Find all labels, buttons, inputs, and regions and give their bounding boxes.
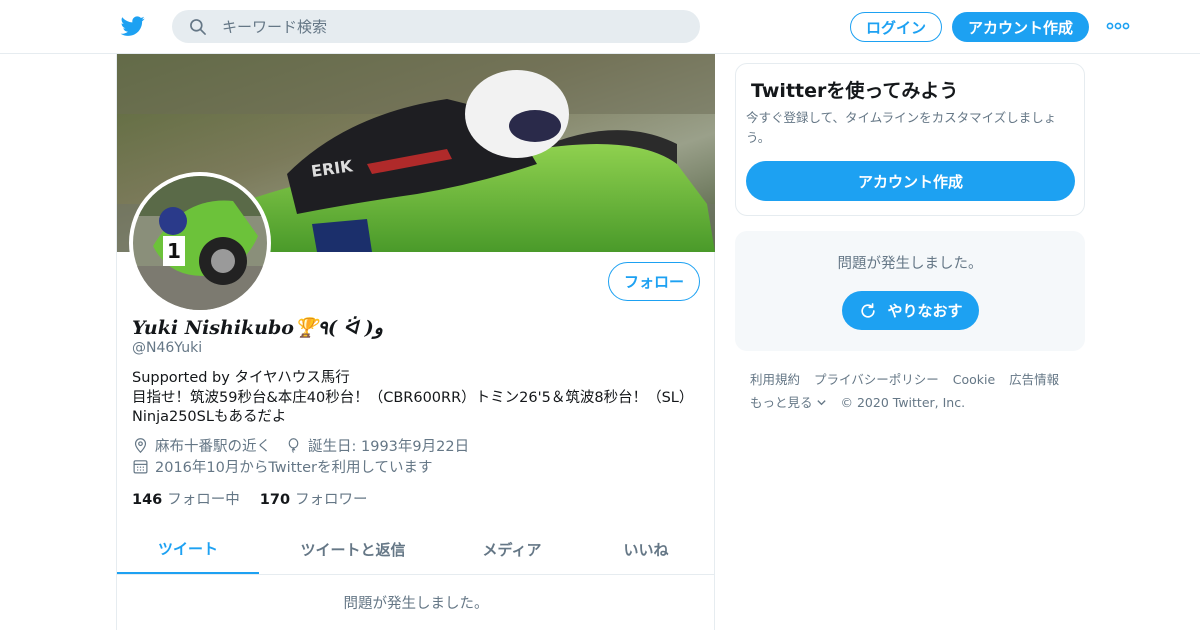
profile-meta: 麻布十番駅の近く 誕生日: 1993年9月22日 2016年10月からTwitt… [132,435,483,477]
top-bar: ログイン アカウント作成 [0,0,1200,54]
svg-text:1: 1 [167,239,181,263]
sidebar-error-message: 問題が発生しました。 [837,256,983,272]
profile-name: Yuki Nishikubo🏆٩( ᐛ )و [132,317,383,339]
avatar[interactable]: 1 [129,172,271,314]
signup-card-title: Twitterを使ってみよう [751,80,959,102]
profile-tabs: ツイート ツイートと返信 メディア いいね [117,524,715,575]
balloon-icon [288,438,299,453]
followers-count: 170 [259,492,291,508]
footer: 利用規約 プライバシーポリシー Cookie 広告情報 もっと見る © 2020… [750,368,1080,414]
calendar-icon [133,460,148,474]
footer-link-cookie[interactable]: Cookie [953,372,995,387]
twitter-bird-icon[interactable] [120,14,146,38]
location-text: 麻布十番駅の近く [155,439,271,455]
following-label: フォロー中 [167,492,240,508]
tab-tweets-and-replies[interactable]: ツイートと返信 [259,524,447,574]
profile-handle[interactable]: @N46Yuki [132,340,202,356]
search-icon [190,19,206,35]
refresh-icon [861,302,876,318]
green-motorcycle-avatar: 1 [133,176,267,310]
chevron-down-icon [816,400,826,406]
follow-button[interactable]: フォロー [608,262,700,301]
signup-card-button[interactable]: アカウント作成 [746,161,1075,201]
signup-card: Twitterを使ってみよう 今すぐ登録して、タイムラインをカスタマイズしましょ… [735,63,1085,216]
followers-label: フォロワー [295,492,368,508]
bio-line: 目指せ！筑波59秒台&本庄40秒台！（CBR600RR）トミン26'5＆筑波8秒… [132,389,694,406]
joined-item: 2016年10月からTwitterを利用しています [132,456,433,477]
signup-card-description: 今すぐ登録して、タイムラインをカスタマイズしましょう。 [746,110,1057,145]
timeline-error-message: 問題が発生しました。 [343,596,489,612]
profile-bio: Supported by タイヤハウス馬行 目指せ！筑波59秒台&本庄40秒台！… [132,369,707,428]
location-pin-icon [134,438,147,454]
followers-stat[interactable]: 170 フォロワー [260,488,368,509]
signup-button[interactable]: アカウント作成 [952,12,1089,42]
profile-column: ERIK 1 フォロー Yuki Nishikubo🏆٩( ᐛ )و @N46Y… [116,54,715,630]
birthday-text: 誕生日: 1993年9月22日 [308,439,470,455]
tab-media[interactable]: メディア [447,524,577,574]
sidebar-error-card: 問題が発生しました。 やりなおす [735,231,1085,351]
tab-tweets[interactable]: ツイート [117,524,259,574]
joined-text: 2016年10月からTwitterを利用しています [155,460,433,476]
bio-line: Supported by タイヤハウス馬行 [132,370,350,386]
search-box[interactable] [172,10,700,43]
following-stat[interactable]: 146 フォロー中 [132,488,240,509]
profile-stats: 146 フォロー中 170 フォロワー [132,488,388,509]
bio-line: Ninja250SLもあるだよ [132,409,287,425]
copyright: © 2020 Twitter, Inc. [840,395,966,410]
footer-link-terms[interactable]: 利用規約 [750,372,800,387]
tab-likes[interactable]: いいね [577,524,715,574]
retry-button[interactable]: やりなおす [842,291,979,330]
search-input[interactable] [222,10,682,43]
retry-label: やりなおす [887,302,963,320]
location-item: 麻布十番駅の近く [132,435,271,456]
birthday-item: 誕生日: 1993年9月22日 [285,435,469,456]
footer-more-link[interactable]: もっと見る [750,391,827,414]
footer-link-privacy[interactable]: プライバシーポリシー [814,372,939,387]
footer-more-label: もっと見る [750,395,813,410]
login-button[interactable]: ログイン [850,12,942,42]
following-count: 146 [132,492,163,508]
more-dots-icon[interactable] [1106,20,1130,32]
footer-link-ads[interactable]: 広告情報 [1009,372,1059,387]
